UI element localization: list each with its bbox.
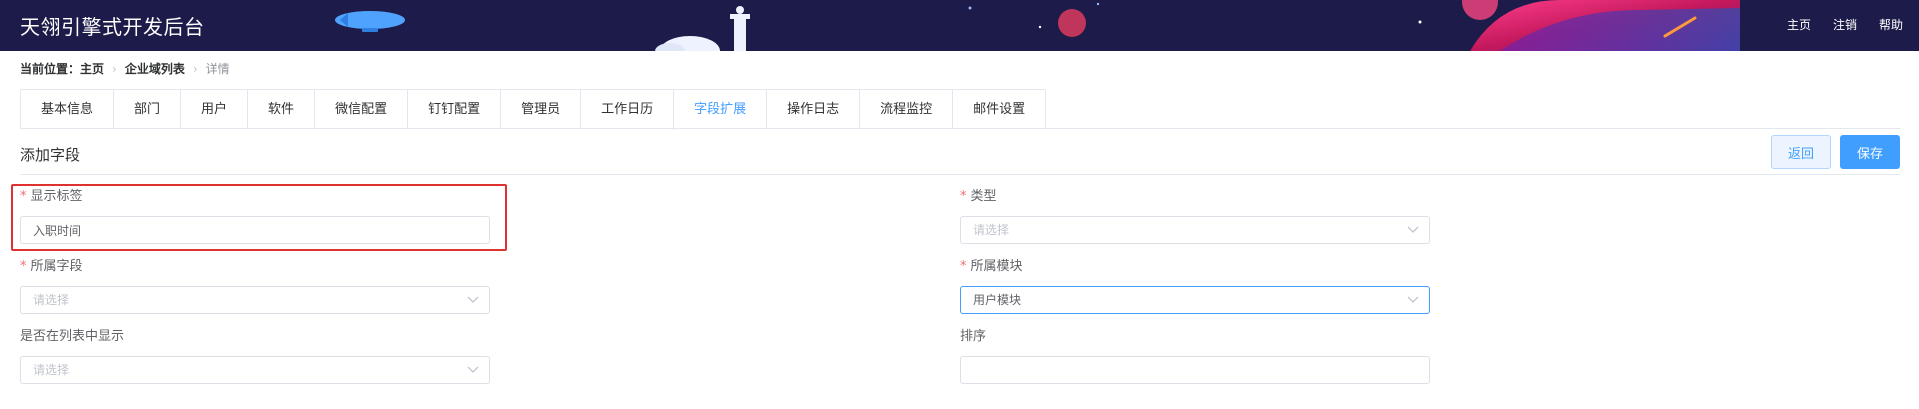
- chevron-down-icon: [467, 366, 479, 373]
- nav-logout-link[interactable]: 注销: [1833, 16, 1857, 33]
- owner-field-label: * 所属字段: [20, 259, 83, 274]
- breadcrumb-item-detail: 详情: [205, 62, 230, 76]
- tab-user[interactable]: 用户: [180, 90, 248, 129]
- module-label: * 所属模块: [960, 259, 1023, 274]
- header-decoration: [335, 0, 1740, 51]
- breadcrumb: 当前位置： 主页 › 企业域列表 › 详情: [20, 60, 230, 77]
- tab-divider: [20, 128, 1900, 129]
- sort-label: 排序: [960, 329, 987, 344]
- display-label-input[interactable]: [33, 217, 477, 243]
- breadcrumb-prefix: 当前位置：: [20, 62, 81, 76]
- chevron-down-icon: [467, 296, 479, 303]
- tab-basic-info[interactable]: 基本信息: [21, 90, 114, 129]
- show-in-list-select[interactable]: 请选择: [20, 356, 490, 384]
- tab-department[interactable]: 部门: [113, 90, 181, 129]
- tab-field-extension[interactable]: 字段扩展: [673, 90, 767, 130]
- chevron-down-icon: [1407, 226, 1419, 233]
- display-label-input-wrap: [20, 216, 490, 244]
- required-mark: *: [960, 259, 967, 274]
- display-label-label: * 显示标签: [20, 189, 83, 204]
- tab-dingtalk-config[interactable]: 钉钉配置: [407, 90, 501, 129]
- tab-work-calendar[interactable]: 工作日历: [580, 90, 674, 129]
- top-header: 天翎引擎式开发后台 主页 注销 帮助: [0, 0, 1919, 51]
- owner-field-select-placeholder: 请选择: [33, 293, 70, 307]
- nav-home-link[interactable]: 主页: [1787, 16, 1811, 33]
- section-title: 添加字段: [20, 146, 81, 164]
- section-divider: [20, 174, 1900, 175]
- module-select-value: 用户模块: [973, 293, 1022, 307]
- tab-operation-log[interactable]: 操作日志: [766, 90, 860, 129]
- chevron-down-icon: [1407, 296, 1419, 303]
- sort-input-wrap: [960, 356, 1430, 384]
- tab-flow-monitor[interactable]: 流程监控: [859, 90, 953, 129]
- back-button[interactable]: 返回: [1771, 135, 1831, 169]
- chevron-right-icon: ›: [192, 61, 198, 76]
- app-title: 天翎引擎式开发后台: [20, 15, 205, 39]
- module-field: * 所属模块 用户模块: [960, 258, 1430, 314]
- type-select-placeholder: 请选择: [973, 223, 1010, 237]
- module-select[interactable]: 用户模块: [960, 286, 1430, 314]
- show-in-list-select-placeholder: 请选择: [33, 363, 70, 377]
- breadcrumb-item-home[interactable]: 主页: [80, 60, 104, 77]
- required-mark: *: [960, 189, 967, 204]
- required-mark: *: [20, 189, 27, 204]
- owner-field-select[interactable]: 请选择: [20, 286, 490, 314]
- tab-wechat-config[interactable]: 微信配置: [314, 90, 408, 129]
- display-label-field: * 显示标签: [20, 188, 490, 244]
- type-select[interactable]: 请选择: [960, 216, 1430, 244]
- show-in-list-field: 是否在列表中显示 请选择: [20, 328, 490, 384]
- required-mark: *: [20, 259, 27, 274]
- tab-mail-settings[interactable]: 邮件设置: [952, 90, 1046, 129]
- tab-bar: 基本信息 部门 用户 软件 微信配置 钉钉配置 管理员 工作日历 字段扩展 操作…: [20, 89, 1047, 130]
- sort-input[interactable]: [973, 357, 1417, 383]
- type-label: * 类型: [960, 189, 997, 204]
- show-in-list-label: 是否在列表中显示: [20, 329, 125, 344]
- header-nav: 主页 注销 帮助: [1787, 16, 1903, 33]
- nav-help-link[interactable]: 帮助: [1879, 16, 1903, 33]
- breadcrumb-item-domain-list[interactable]: 企业域列表: [125, 60, 185, 77]
- save-button[interactable]: 保存: [1840, 135, 1900, 169]
- sort-field: 排序: [960, 328, 1430, 384]
- type-field: * 类型 请选择: [960, 188, 1430, 244]
- tab-admin[interactable]: 管理员: [500, 90, 581, 129]
- tab-software[interactable]: 软件: [247, 90, 315, 129]
- owner-field-field: * 所属字段 请选择: [20, 258, 490, 314]
- chevron-right-icon: ›: [112, 61, 117, 76]
